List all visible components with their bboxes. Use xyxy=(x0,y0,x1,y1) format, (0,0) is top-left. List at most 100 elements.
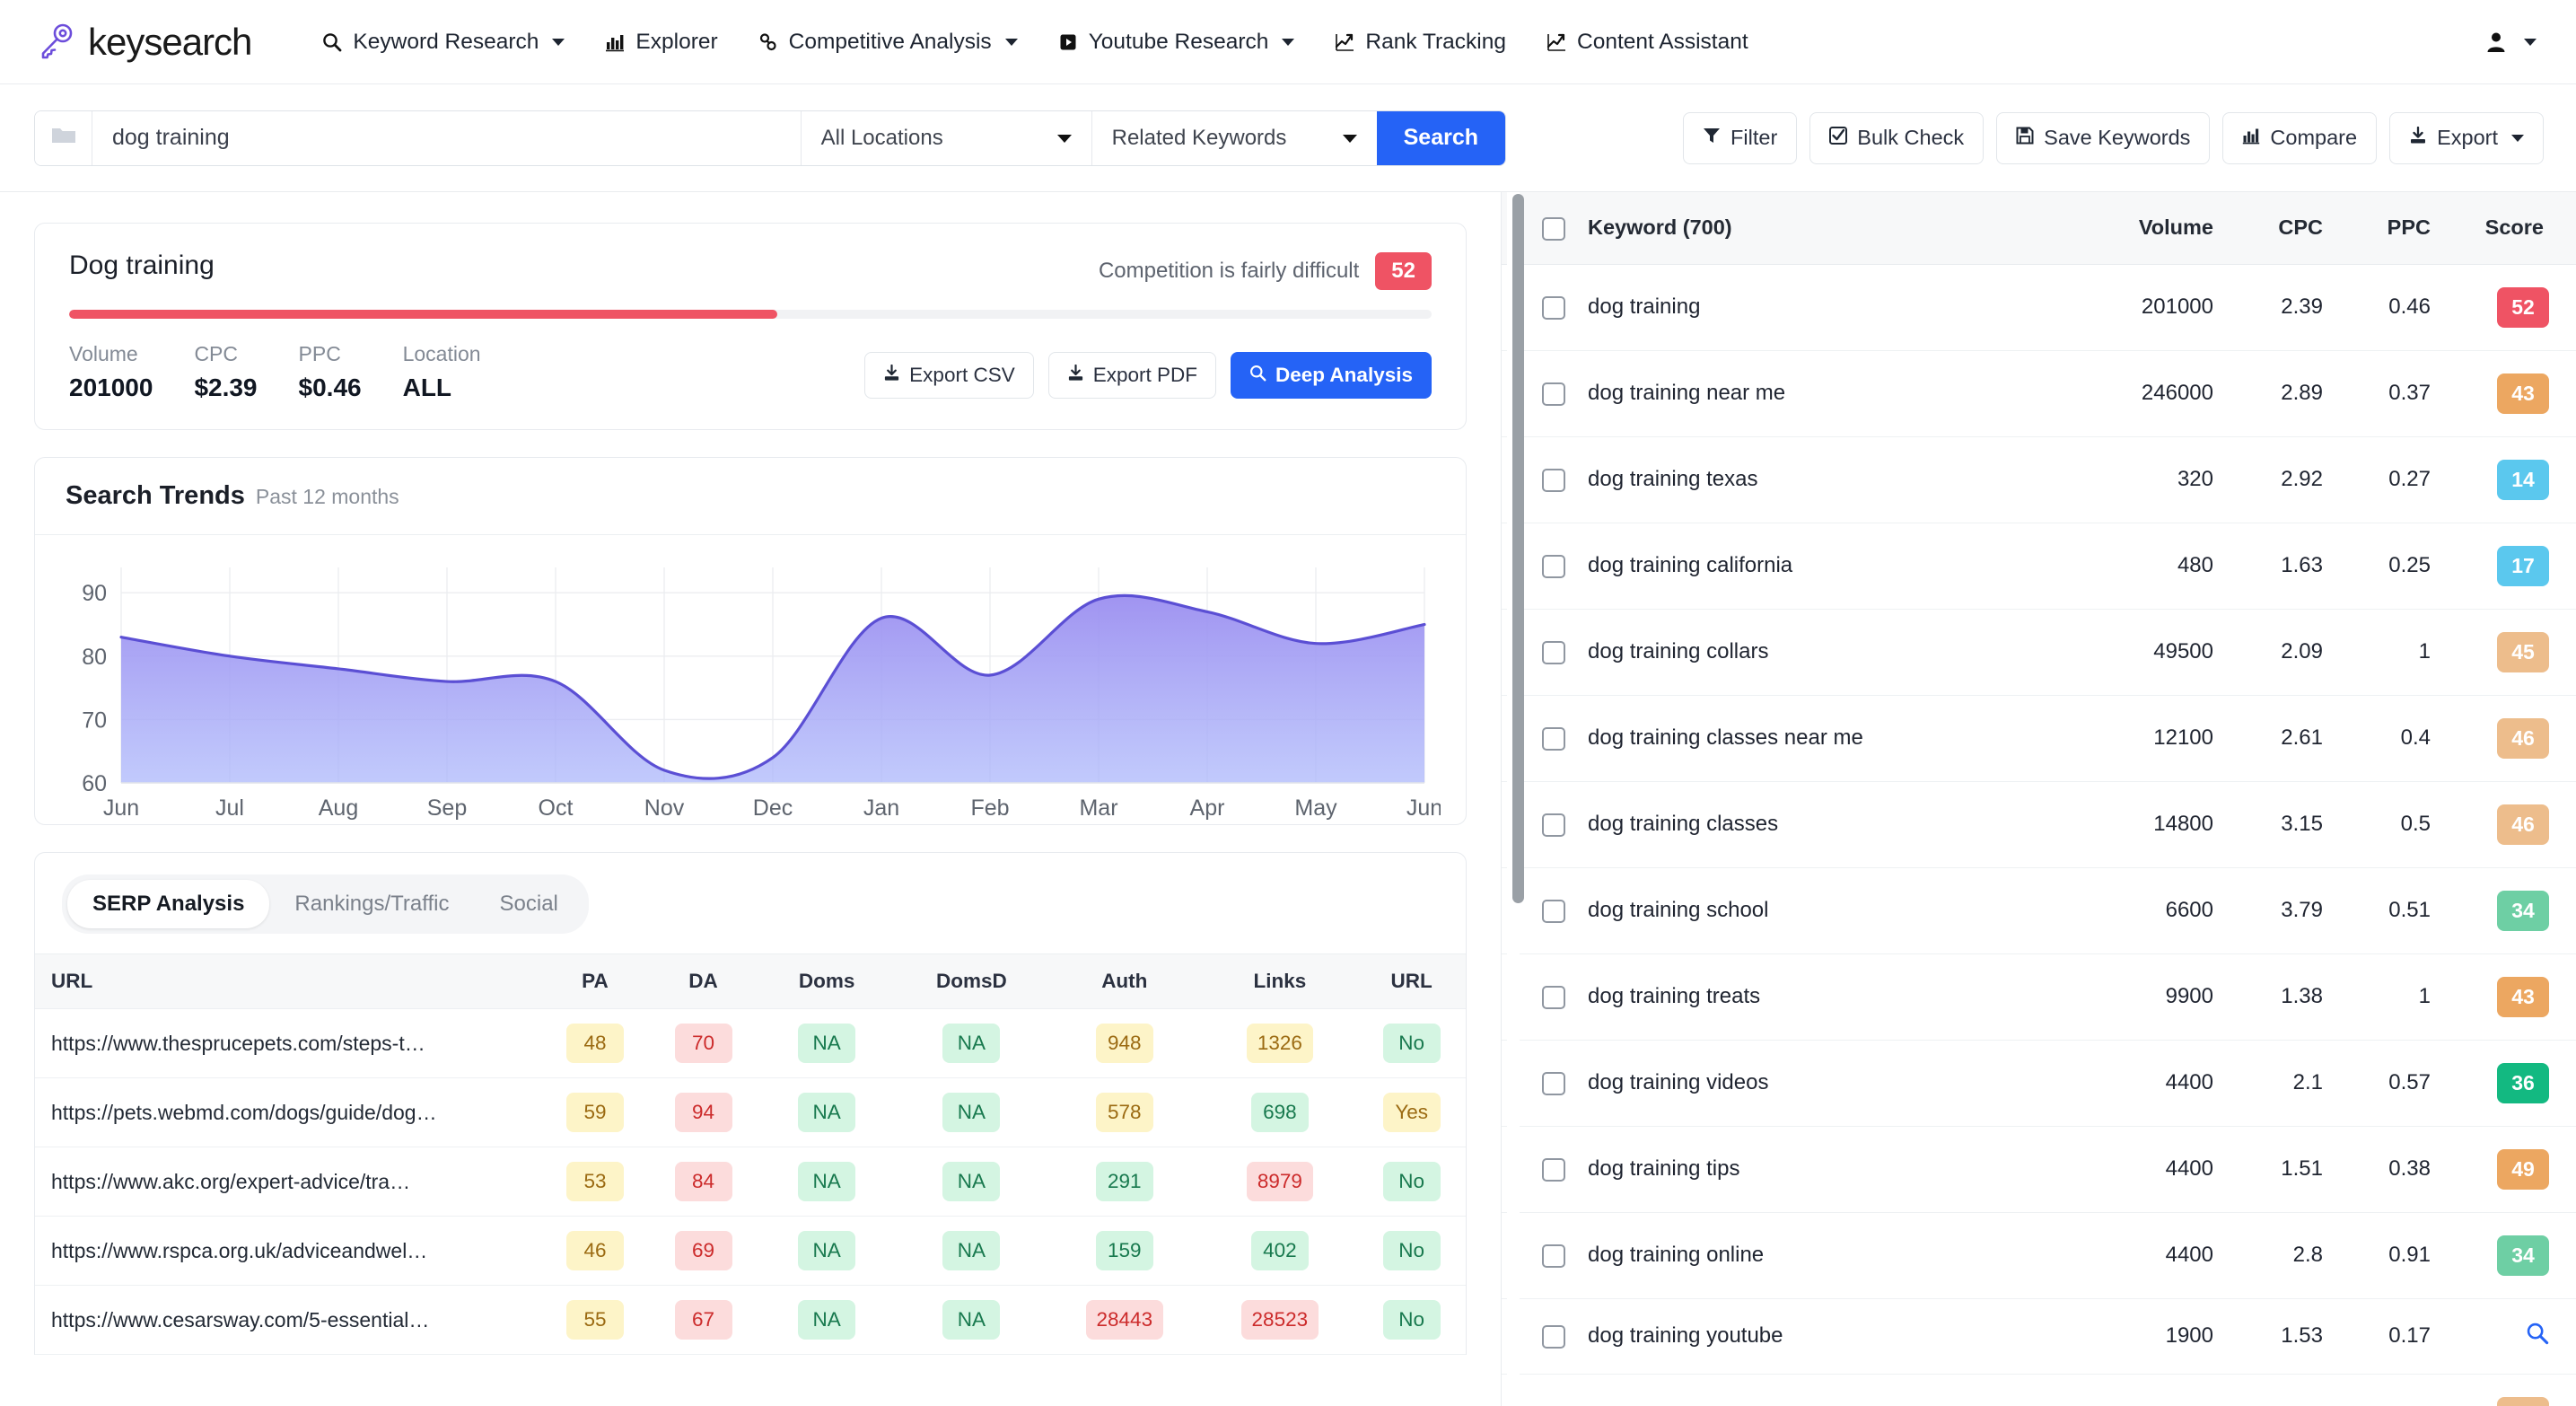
search-icon[interactable] xyxy=(2526,1323,2549,1350)
col-keyword[interactable]: Keyword (700) xyxy=(1588,192,2055,265)
table-row[interactable]: dog training tips 4400 1.51 0.38 49 xyxy=(1502,1126,2576,1213)
table-row[interactable]: dog training near me 246000 2.89 0.37 43 xyxy=(1502,350,2576,437)
col-score[interactable]: Score xyxy=(2436,192,2576,265)
col-url2[interactable]: URL xyxy=(1357,953,1466,1009)
save-keywords-button[interactable]: Save Keywords xyxy=(1996,111,2211,164)
table-row[interactable]: https://www.cesarsway.com/5-essential… 55… xyxy=(35,1285,1466,1355)
table-row[interactable]: dog training classes 14800 3.15 0.5 46 xyxy=(1502,781,2576,868)
keyword-cell[interactable]: dog training treats xyxy=(1588,953,2055,1041)
table-row[interactable]: dog training youtube 1900 1.53 0.17 xyxy=(1502,1298,2576,1375)
deep-analysis-button[interactable]: Deep Analysis xyxy=(1231,352,1432,399)
select-all-checkbox[interactable] xyxy=(1542,216,1565,241)
col-volume[interactable]: Volume xyxy=(2055,192,2219,265)
compare-button[interactable]: Compare xyxy=(2222,111,2378,164)
volume-cell: 1900 xyxy=(2055,1298,2219,1375)
nav-item-keyword-research[interactable]: Keyword Research xyxy=(302,21,584,64)
row-checkbox[interactable] xyxy=(1542,1324,1565,1349)
nav-item-competitive-analysis[interactable]: Competitive Analysis xyxy=(738,21,1038,64)
nav-item-explorer[interactable]: Explorer xyxy=(584,21,737,64)
keyword-cell[interactable]: dog training california xyxy=(1588,523,2055,610)
table-row[interactable]: https://www.thesprucepets.com/steps-t… 48… xyxy=(35,1008,1466,1078)
table-row[interactable]: dog training collars 49500 2.09 1 45 xyxy=(1502,609,2576,696)
serp-url-cell[interactable]: https://pets.webmd.com/dogs/guide/dog… xyxy=(35,1077,541,1147)
col-da[interactable]: DA xyxy=(649,953,758,1009)
tab-serp-analysis[interactable]: SERP Analysis xyxy=(67,880,270,928)
keyword-scrollbar-thumb[interactable] xyxy=(1512,194,1524,903)
table-row[interactable]: https://pets.webmd.com/dogs/guide/dog… 59… xyxy=(35,1077,1466,1147)
table-row[interactable]: dog training videos 4400 2.1 0.57 36 xyxy=(1502,1040,2576,1127)
table-row[interactable]: dog training california 480 1.63 0.25 17 xyxy=(1502,523,2576,610)
serp-url-cell[interactable]: https://www.akc.org/expert-advice/tra… xyxy=(35,1147,541,1217)
row-checkbox[interactable] xyxy=(1542,985,1565,1009)
col-domsd[interactable]: DomsD xyxy=(896,953,1047,1009)
table-row[interactable]: dog training online 4400 2.8 0.91 34 xyxy=(1502,1212,2576,1299)
col-links[interactable]: Links xyxy=(1202,953,1358,1009)
row-checkbox[interactable] xyxy=(1542,554,1565,578)
keyword-type-select[interactable]: Related Keywords xyxy=(1091,110,1377,165)
account-menu[interactable] xyxy=(2484,31,2545,54)
nav-item-youtube-research[interactable]: Youtube Research xyxy=(1038,21,1315,64)
row-checkbox[interactable] xyxy=(1542,813,1565,837)
row-checkbox[interactable] xyxy=(1542,1071,1565,1095)
col-pa[interactable]: PA xyxy=(540,953,650,1009)
row-checkbox[interactable] xyxy=(1542,1157,1565,1182)
export-csv-button[interactable]: Export CSV xyxy=(864,352,1034,399)
search-input[interactable] xyxy=(92,110,801,165)
keyword-cell[interactable]: dog training youtube xyxy=(1588,1298,2055,1375)
tab-social[interactable]: Social xyxy=(475,880,583,928)
keyword-cell[interactable]: dog training classes xyxy=(1588,781,2055,868)
col-ppc[interactable]: PPC xyxy=(2328,192,2436,265)
table-row[interactable]: dog training treats 9900 1.38 1 43 xyxy=(1502,953,2576,1041)
table-row[interactable]: https://www.rspca.org.uk/adviceandwel… 46… xyxy=(35,1216,1466,1286)
keyword-cell[interactable]: dog training techniques xyxy=(1588,1374,2055,1406)
serp-url-cell[interactable]: https://www.rspca.org.uk/adviceandwel… xyxy=(35,1216,541,1286)
col-cpc[interactable]: CPC xyxy=(2219,192,2328,265)
location-select[interactable]: All Locations xyxy=(800,110,1091,165)
row-checkbox[interactable] xyxy=(1542,468,1565,492)
keyword-cell[interactable]: dog training texas xyxy=(1588,436,2055,523)
keyword-cell[interactable]: dog training collars xyxy=(1588,609,2055,696)
nav-item-content-assistant[interactable]: Content Assistant xyxy=(1526,21,1768,64)
filter-button-label: Filter xyxy=(1730,126,1778,149)
score-cell: 34 xyxy=(2436,867,2576,954)
nav-item-rank-tracking[interactable]: Rank Tracking xyxy=(1314,21,1526,64)
keyword-cell[interactable]: dog training xyxy=(1588,264,2055,351)
volume-cell: 2900 xyxy=(2055,1374,2219,1406)
table-row[interactable]: dog training techniques29001.110.48 45 xyxy=(1502,1374,2576,1406)
row-checkbox[interactable] xyxy=(1542,295,1565,320)
export-pdf-button[interactable]: Export PDF xyxy=(1047,352,1216,399)
table-row[interactable]: dog training texas 320 2.92 0.27 14 xyxy=(1502,436,2576,523)
keyword-cell[interactable]: dog training tips xyxy=(1588,1126,2055,1213)
search-button[interactable]: Search xyxy=(1376,110,1505,165)
keyword-scrollbar-track[interactable] xyxy=(1507,192,1524,1406)
brand-logo[interactable]: keysearch xyxy=(36,21,252,64)
folder-button[interactable] xyxy=(35,110,92,165)
table-row[interactable]: dog training classes near me 12100 2.61 0.4… xyxy=(1502,695,2576,782)
keyword-cell[interactable]: dog training near me xyxy=(1588,350,2055,437)
row-checkbox[interactable] xyxy=(1542,726,1565,751)
row-checkbox[interactable] xyxy=(1542,899,1565,923)
row-checkbox[interactable] xyxy=(1542,382,1565,406)
volume-cell: 6600 xyxy=(2055,867,2219,954)
col-doms[interactable]: Doms xyxy=(757,953,897,1009)
bulk-check-button[interactable]: Bulk Check xyxy=(1809,111,1985,164)
keyword-cell[interactable]: dog training videos xyxy=(1588,1040,2055,1127)
table-row[interactable]: dog training 201000 2.39 0.46 52 xyxy=(1502,264,2576,351)
export-csv-label: Export CSV xyxy=(909,364,1015,386)
export-button[interactable]: Export xyxy=(2389,111,2544,164)
keyword-cell[interactable]: dog training classes near me xyxy=(1588,695,2055,782)
keyword-cell[interactable]: dog training online xyxy=(1588,1212,2055,1299)
table-row[interactable]: dog training school 6600 3.79 0.51 34 xyxy=(1502,867,2576,954)
serp-url-cell[interactable]: https://www.cesarsway.com/5-essential… xyxy=(35,1285,541,1355)
row-checkbox[interactable] xyxy=(1542,1243,1565,1268)
volume-cell: 49500 xyxy=(2055,609,2219,696)
tab-rankings-traffic[interactable]: Rankings/Traffic xyxy=(269,880,474,928)
table-row[interactable]: https://www.akc.org/expert-advice/tra… 53… xyxy=(35,1147,1466,1217)
col-auth[interactable]: Auth xyxy=(1047,953,1203,1009)
serp-url-cell[interactable]: https://www.thesprucepets.com/steps-t… xyxy=(35,1008,541,1078)
stat-value: $0.46 xyxy=(298,373,362,401)
row-checkbox[interactable] xyxy=(1542,640,1565,664)
col-url[interactable]: URL xyxy=(35,953,541,1009)
keyword-cell[interactable]: dog training school xyxy=(1588,867,2055,954)
filter-button[interactable]: Filter xyxy=(1683,111,1798,164)
